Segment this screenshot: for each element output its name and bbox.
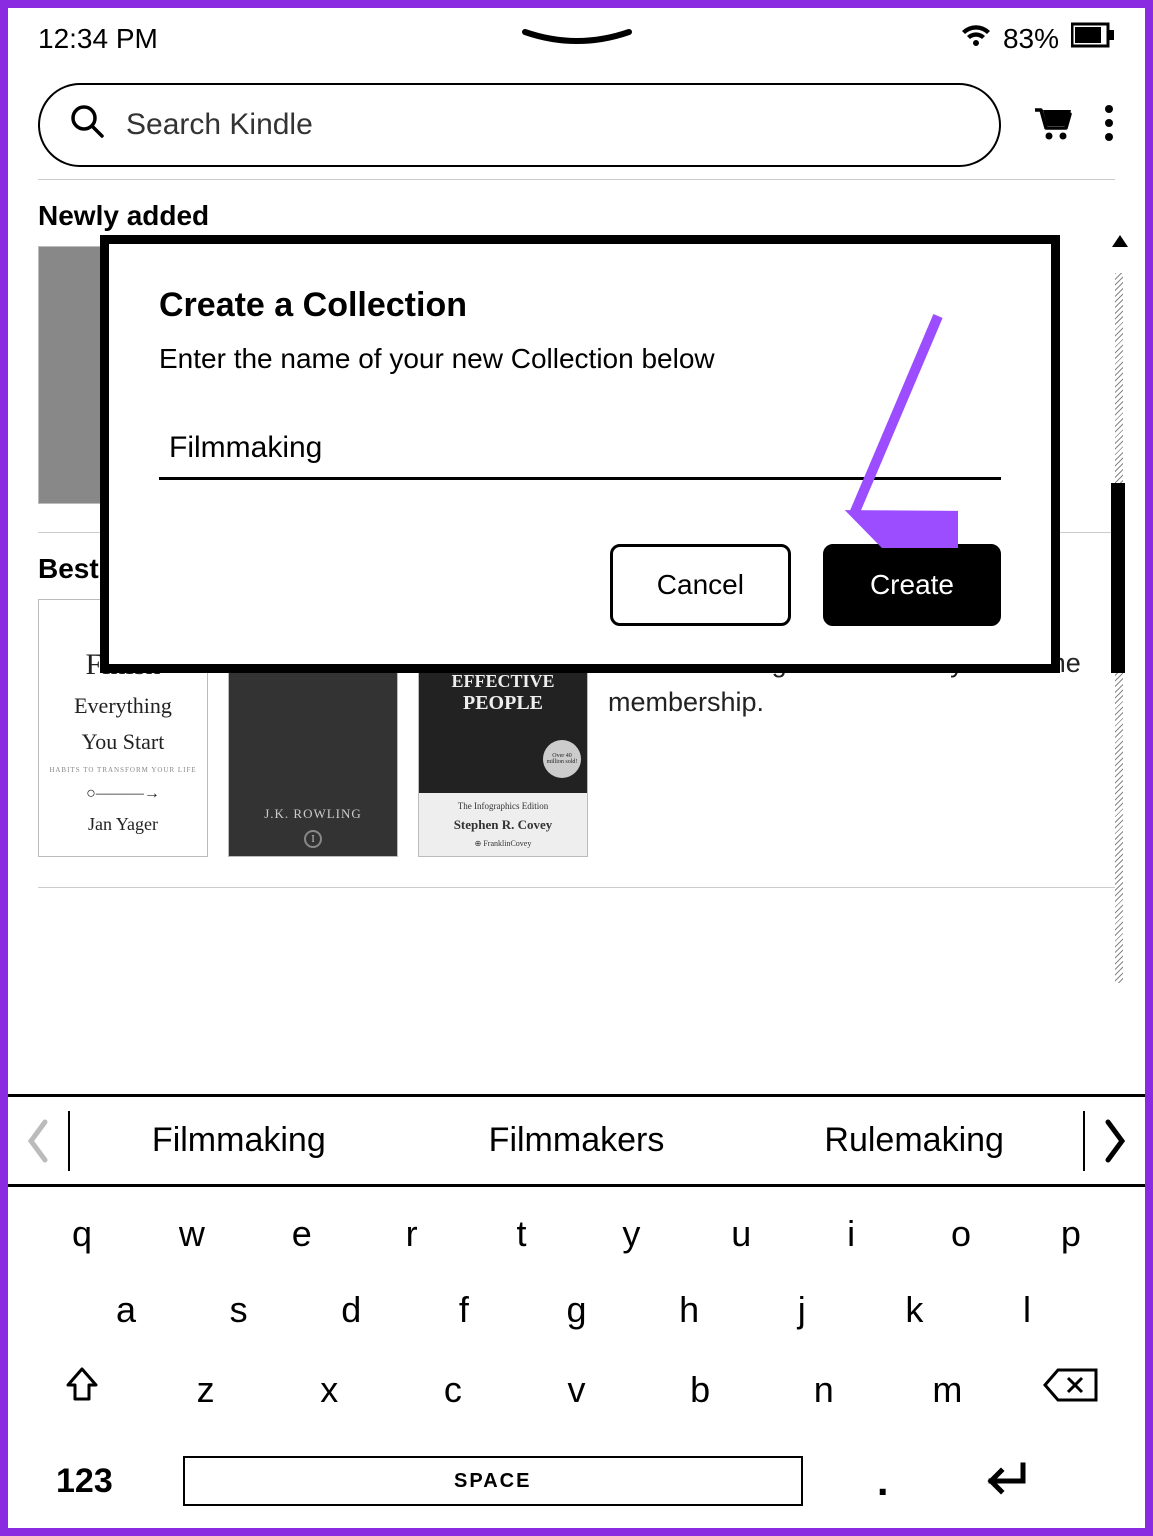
keyboard: Filmmaking Filmmakers Rulemaking q w e r…: [8, 1094, 1145, 1528]
key-i[interactable]: i: [807, 1213, 895, 1255]
scrollbar[interactable]: [1111, 243, 1127, 983]
wifi-icon: [961, 23, 991, 55]
section-newly-added: Newly added: [8, 190, 1145, 240]
key-k[interactable]: k: [870, 1289, 958, 1331]
dialog-title: Create a Collection: [159, 286, 1001, 325]
key-p[interactable]: p: [1027, 1213, 1115, 1255]
keyboard-row-3: z x c v b n m: [38, 1365, 1115, 1414]
collection-name-input[interactable]: [159, 423, 1001, 480]
key-q[interactable]: q: [38, 1213, 126, 1255]
search-icon: [70, 104, 104, 146]
key-n[interactable]: n: [780, 1369, 868, 1411]
key-h[interactable]: h: [645, 1289, 733, 1331]
key-o[interactable]: o: [917, 1213, 1005, 1255]
key-u[interactable]: u: [697, 1213, 785, 1255]
key-g[interactable]: g: [533, 1289, 621, 1331]
space-key[interactable]: SPACE: [183, 1456, 803, 1506]
suggestion-prev-icon[interactable]: [8, 1118, 68, 1164]
search-placeholder: Search Kindle: [126, 108, 313, 142]
numbers-key[interactable]: 123: [56, 1462, 113, 1501]
key-l[interactable]: l: [983, 1289, 1071, 1331]
scroll-thumb[interactable]: [1111, 483, 1125, 673]
key-x[interactable]: x: [285, 1369, 373, 1411]
key-t[interactable]: t: [478, 1213, 566, 1255]
keyboard-row-1: q w e r t y u i o p: [38, 1213, 1115, 1255]
key-b[interactable]: b: [656, 1369, 744, 1411]
enter-key[interactable]: [963, 1461, 1043, 1502]
key-e[interactable]: e: [258, 1213, 346, 1255]
scroll-up-icon[interactable]: [1111, 233, 1129, 249]
dialog-subtitle: Enter the name of your new Collection be…: [159, 343, 1001, 375]
cancel-button[interactable]: Cancel: [610, 544, 791, 626]
battery-icon: [1071, 22, 1115, 55]
suggestion-word[interactable]: Filmmaking: [70, 1121, 408, 1160]
key-d[interactable]: d: [307, 1289, 395, 1331]
key-r[interactable]: r: [368, 1213, 456, 1255]
key-v[interactable]: v: [533, 1369, 621, 1411]
key-f[interactable]: f: [420, 1289, 508, 1331]
key-j[interactable]: j: [758, 1289, 846, 1331]
key-s[interactable]: s: [195, 1289, 283, 1331]
cart-icon[interactable]: [1031, 104, 1073, 147]
more-menu-icon[interactable]: [1103, 103, 1115, 148]
clock: 12:34 PM: [38, 23, 158, 55]
search-input[interactable]: Search Kindle: [38, 83, 1001, 167]
key-a[interactable]: a: [82, 1289, 170, 1331]
create-collection-dialog: Create a Collection Enter the name of yo…: [100, 235, 1060, 673]
suggestion-word[interactable]: Filmmakers: [408, 1121, 746, 1160]
key-y[interactable]: y: [587, 1213, 675, 1255]
pull-down-handle[interactable]: [517, 28, 637, 55]
key-c[interactable]: c: [409, 1369, 497, 1411]
backspace-key[interactable]: [1027, 1367, 1115, 1412]
period-key[interactable]: .: [843, 1457, 923, 1505]
key-w[interactable]: w: [148, 1213, 236, 1255]
keyboard-row-2: a s d f g h j k l: [38, 1289, 1115, 1331]
suggestion-word[interactable]: Rulemaking: [745, 1121, 1083, 1160]
suggestion-next-icon[interactable]: [1085, 1118, 1145, 1164]
battery-percent: 83%: [1003, 23, 1059, 55]
key-z[interactable]: z: [162, 1369, 250, 1411]
key-m[interactable]: m: [903, 1369, 991, 1411]
create-button[interactable]: Create: [823, 544, 1001, 626]
shift-key[interactable]: [38, 1365, 126, 1414]
